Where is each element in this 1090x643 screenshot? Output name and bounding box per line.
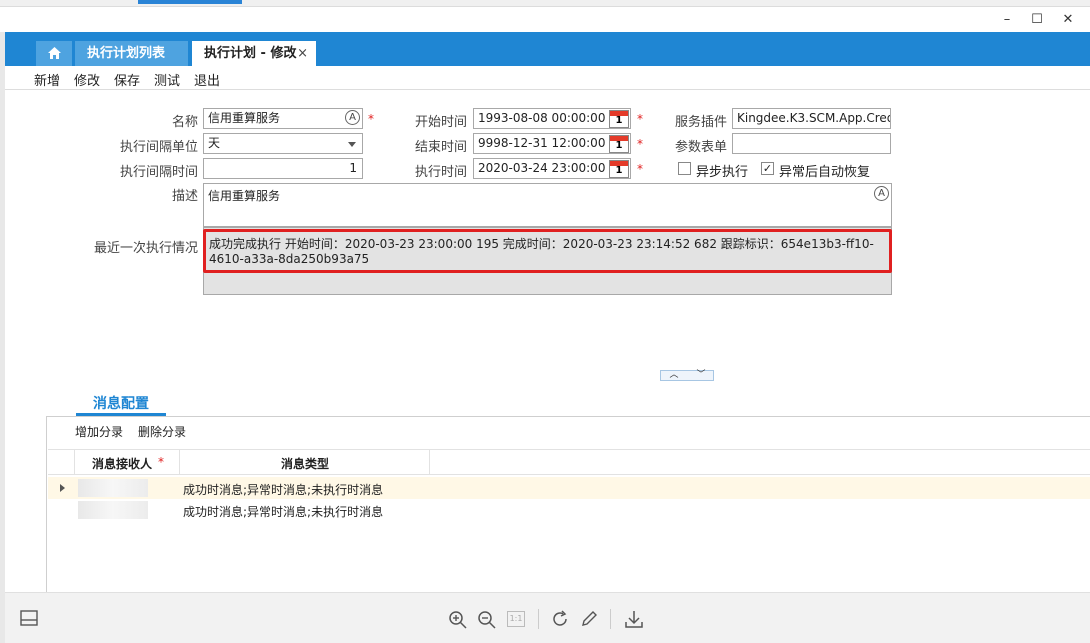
required-mark: * [637,162,643,176]
async-checkbox[interactable] [678,162,691,175]
interval-time-label: 执行间隔时间 [119,165,198,180]
multilang-icon[interactable]: A [345,110,360,125]
pencil-icon[interactable] [580,610,598,628]
toolbar: 新增 修改 保存 测试 退出 [5,66,1090,90]
chevron-down-icon[interactable] [348,142,356,147]
title-bar: – ☐ ✕ [0,6,1090,32]
delete-row-button[interactable]: 删除分录 [138,423,186,440]
tab-plan-edit[interactable]: 执行计划 - 修改 × [192,41,316,66]
exit-button[interactable]: 退出 [194,70,220,89]
minimize-button[interactable]: – [992,9,1022,31]
service-plugin-label: 服务插件 [674,115,727,130]
auto-recover-checkbox[interactable]: ✓ [761,162,774,175]
table-row[interactable]: 成功时消息;异常时消息;未执行时消息 [48,499,1090,521]
new-button[interactable]: 新增 [34,70,60,89]
column-header-type[interactable]: 消息类型 [281,455,329,472]
tab-plan-edit-label: 执行计划 - 修改 [204,46,297,61]
splitter-toggle[interactable]: ︿ ﹀ [660,370,714,381]
test-button[interactable]: 测试 [154,70,180,89]
tab-bar: 执行计划列表 执行计划 - 修改 × [5,32,1090,66]
required-mark: * [368,112,374,126]
save-button[interactable]: 保存 [114,70,140,89]
interval-unit-select[interactable]: 天 [203,133,363,154]
edit-button[interactable]: 修改 [74,70,100,89]
end-time-label: 结束时间 [414,140,467,155]
start-time-label: 开始时间 [414,115,467,130]
entry-toolbar: 增加分录 删除分录 [48,417,1090,445]
tab-home[interactable] [36,41,72,66]
calendar-icon[interactable]: 1 [609,135,629,153]
auto-recover-label: 异常后自动恢复 [779,165,871,180]
refresh-icon[interactable] [551,610,569,628]
chevron-down-icon[interactable]: ﹀ [688,371,714,380]
last-exec-value: 成功完成执行 开始时间：2020-03-23 23:00:00 195 完成时间… [203,229,892,273]
start-time-field[interactable]: 1993-08-08 00:00:00 [473,108,631,129]
layout-icon[interactable] [20,610,38,626]
end-time-field[interactable]: 9998-12-31 12:00:00 [473,133,631,154]
home-icon [47,47,61,59]
exec-time-label: 执行时间 [414,165,467,180]
required-mark: * [158,455,164,469]
multilang-icon[interactable]: A [874,186,889,201]
desc-label: 描述 [171,189,198,204]
zoom-in-icon[interactable] [448,610,468,630]
zoom-out-icon[interactable] [477,610,497,630]
close-window-button[interactable]: ✕ [1053,9,1083,31]
exec-time-field[interactable]: 2020-03-24 23:00:00 [473,158,631,179]
add-row-button[interactable]: 增加分录 [75,423,123,440]
download-icon[interactable] [624,610,644,628]
interval-time-field[interactable]: 1 [203,158,363,179]
param-form-label: 参数表单 [674,140,727,155]
message-type-cell[interactable]: 成功时消息;异常时消息;未执行时消息 [183,503,383,520]
taskbar-highlight [138,0,242,4]
bottom-bar [5,592,1090,643]
name-label: 名称 [171,115,198,130]
async-label: 异步执行 [696,165,749,180]
calendar-icon[interactable]: 1 [609,110,629,128]
tab-plan-list[interactable]: 执行计划列表 [75,41,188,66]
required-mark: * [637,137,643,151]
interval-unit-value: 天 [208,136,221,150]
close-tab-icon[interactable]: × [297,41,308,66]
redacted-receiver [78,501,148,519]
calendar-icon[interactable]: 1 [609,160,629,178]
row-indicator-icon [60,484,65,492]
tab-message-config[interactable]: 消息配置 [76,394,166,416]
last-exec-label: 最近一次执行情况 [93,241,198,256]
column-header-receiver[interactable]: 消息接收人 [92,455,152,472]
maximize-button[interactable]: ☐ [1022,9,1052,31]
table-row[interactable]: 成功时消息;异常时消息;未执行时消息 [48,477,1090,499]
interval-unit-label: 执行间隔单位 [119,140,198,155]
actual-size-button[interactable]: 1:1 [507,611,525,627]
left-edge [0,32,5,643]
desc-field[interactable]: 信用重算服务 [203,183,892,227]
chevron-up-icon[interactable]: ︿ [661,371,687,380]
name-field[interactable]: 信用重算服务 [203,108,363,129]
message-type-cell[interactable]: 成功时消息;异常时消息;未执行时消息 [183,481,383,498]
divider [538,609,539,629]
param-form-field[interactable] [732,133,891,154]
service-plugin-field[interactable]: Kingdee.K3.SCM.App.Credit [732,108,891,129]
required-mark: * [637,112,643,126]
grid-header: 消息接收人 * 消息类型 [48,449,1090,475]
redacted-receiver [78,479,148,497]
divider [610,609,611,629]
